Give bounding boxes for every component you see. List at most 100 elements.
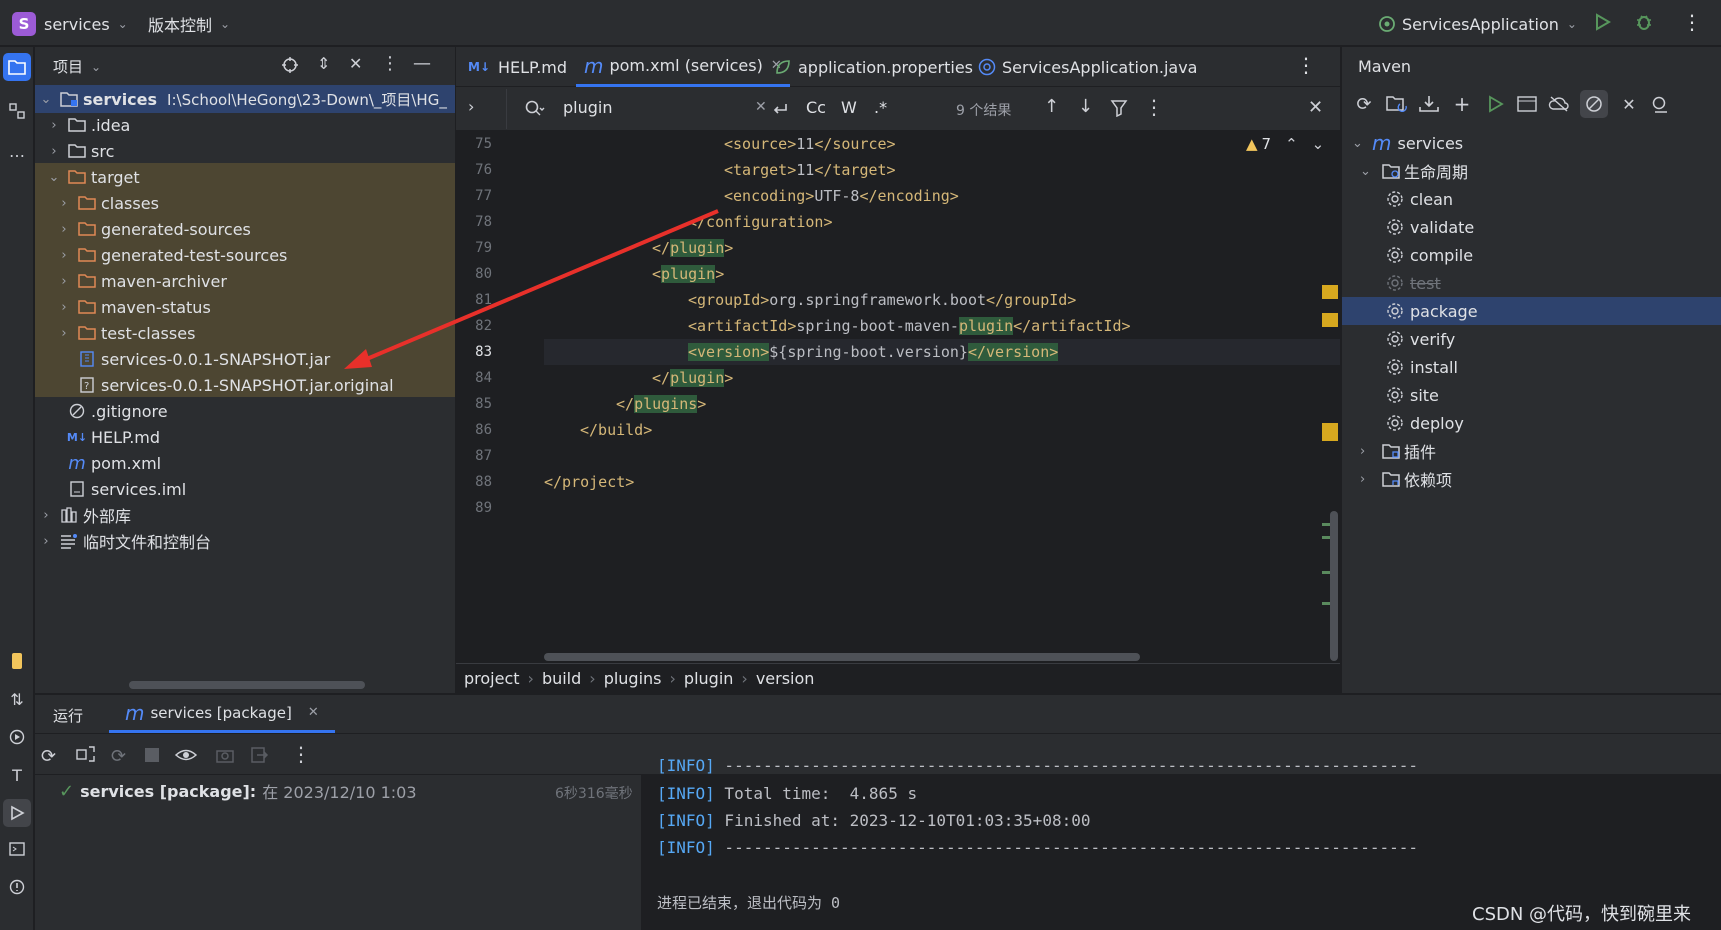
tab-help-md[interactable]: M↓ HELP.md xyxy=(460,47,575,87)
arrow-down-icon[interactable]: ↓ xyxy=(1078,96,1093,117)
error-stripe-mark[interactable] xyxy=(1322,423,1338,441)
maven-dependencies[interactable]: › 依赖项 xyxy=(1342,465,1721,493)
tree-item-jar-original[interactable]: ? services-0.0.1-SNAPSHOT.jar.original xyxy=(35,371,455,399)
maven-goal-validate[interactable]: validate xyxy=(1342,213,1721,241)
build-tool-icon[interactable]: T xyxy=(3,761,31,789)
tree-item-target[interactable]: ⌄ target xyxy=(35,163,455,191)
maven-lifecycle[interactable]: ⌄ 生命周期 xyxy=(1342,157,1721,185)
project-view-selector[interactable]: 项目 ⌄ xyxy=(53,56,101,77)
services-tool-icon[interactable] xyxy=(3,723,31,751)
chevron-right-icon[interactable]: › xyxy=(468,97,474,116)
regex-toggle[interactable]: .* xyxy=(874,98,887,117)
maven-goal-compile[interactable]: compile xyxy=(1342,241,1721,269)
toggle-view-icon[interactable] xyxy=(75,744,97,764)
tree-item-classes[interactable]: › classes xyxy=(35,189,455,217)
debug-icon[interactable] xyxy=(1634,12,1654,32)
multiline-icon[interactable] xyxy=(770,98,790,118)
tree-item-help-md[interactable]: M↓ HELP.md xyxy=(35,423,455,451)
git-tool-icon[interactable]: ⇅ xyxy=(3,685,31,713)
terminal-tool-icon[interactable] xyxy=(3,835,31,863)
project-badge[interactable]: S xyxy=(12,12,36,36)
maven-plugins[interactable]: › 插件 xyxy=(1342,437,1721,465)
tree-item-scratches[interactable]: › 临时文件和控制台 xyxy=(35,527,455,555)
breadcrumb-item[interactable]: project xyxy=(464,669,520,688)
tabs-menu-icon[interactable]: ⋮ xyxy=(1296,53,1316,77)
breadcrumb-item[interactable]: build xyxy=(542,669,581,688)
locate-icon[interactable] xyxy=(281,56,299,74)
project-tool-icon[interactable] xyxy=(3,53,31,81)
arrow-up-icon[interactable]: ↑ xyxy=(1044,96,1059,117)
tree-item-services-iml[interactable]: services.iml xyxy=(35,475,455,503)
tree-item-maven-archiver[interactable]: › maven-archiver xyxy=(35,267,455,295)
tree-item-pom-xml[interactable]: m pom.xml xyxy=(35,449,455,477)
tree-item-idea[interactable]: › .idea xyxy=(35,111,455,139)
clear-icon[interactable]: ✕ xyxy=(755,99,767,115)
analyze-deps-icon[interactable] xyxy=(1650,95,1672,113)
run-tab-services-package[interactable]: m services [package] ✕ xyxy=(109,695,335,733)
problems-tool-icon[interactable] xyxy=(3,873,31,901)
options-icon[interactable]: ⋮ xyxy=(381,53,399,74)
tree-item-maven-status[interactable]: › maven-status xyxy=(35,293,455,321)
filter-icon[interactable] xyxy=(1110,99,1128,117)
chevron-up-icon[interactable]: ⌃ xyxy=(1285,135,1298,153)
inspection-widget[interactable]: ▲ 7 ⌃ ⌄ xyxy=(1246,135,1324,153)
vertical-scrollbar[interactable] xyxy=(1330,511,1338,661)
collapse-all-icon[interactable]: ✕ xyxy=(349,54,362,73)
more-icon[interactable]: ⋮ xyxy=(291,742,311,766)
horizontal-scrollbar[interactable] xyxy=(129,681,365,689)
maven-goal-verify[interactable]: verify xyxy=(1342,325,1721,353)
structure-tool-icon[interactable] xyxy=(3,97,31,125)
vcs-menu[interactable]: 版本控制 ⌄ xyxy=(148,12,230,36)
run-config-selector[interactable]: ServicesApplication ⌄ xyxy=(1378,12,1577,36)
whole-words-toggle[interactable]: W xyxy=(841,98,857,117)
breadcrumb-item[interactable]: version xyxy=(756,669,815,688)
hide-icon[interactable]: — xyxy=(413,53,431,74)
maven-goal-install[interactable]: install xyxy=(1342,353,1721,381)
more-icon[interactable]: ⋮ xyxy=(1682,10,1702,34)
maven-goal-site[interactable]: site xyxy=(1342,381,1721,409)
add-icon[interactable]: + xyxy=(1450,92,1474,116)
tab-pom-xml[interactable]: m pom.xml (services) ✕ xyxy=(576,47,790,87)
generate-sources-icon[interactable] xyxy=(1386,95,1408,113)
collapse-all-icon[interactable]: ✕ xyxy=(1618,95,1640,114)
project-switcher[interactable]: services ⌄ xyxy=(44,12,128,36)
more-tools-icon[interactable]: … xyxy=(3,137,31,165)
tree-item-src[interactable]: › src xyxy=(35,137,455,165)
maven-goal-deploy[interactable]: deploy xyxy=(1342,409,1721,437)
execute-goal-icon[interactable] xyxy=(1516,95,1538,113)
tree-item-jar[interactable]: services-0.0.1-SNAPSHOT.jar xyxy=(35,345,455,373)
tree-item-generated-sources[interactable]: › generated-sources xyxy=(35,215,455,243)
run-tool-icon[interactable] xyxy=(3,799,31,827)
run-task-row[interactable]: ✓ services [package]: 在 2023/12/10 1:03 xyxy=(59,777,417,805)
skip-tests-toggle[interactable] xyxy=(1580,90,1608,118)
breadcrumb-item[interactable]: plugins xyxy=(604,669,662,688)
maven-goal-test[interactable]: test xyxy=(1342,269,1721,297)
offline-mode-icon[interactable] xyxy=(1548,95,1570,113)
tree-item-external-libs[interactable]: › 外部库 xyxy=(35,501,455,529)
tab-services-application-java[interactable]: ServicesApplication.java xyxy=(970,47,1205,87)
more-icon[interactable]: ⋮ xyxy=(1144,95,1164,119)
maven-goal-clean[interactable]: clean xyxy=(1342,185,1721,213)
reload-icon[interactable]: ⟳ xyxy=(1352,94,1376,115)
tree-item-gitignore[interactable]: .gitignore xyxy=(35,397,455,425)
close-find-icon[interactable]: ✕ xyxy=(1308,97,1323,118)
error-stripe-mark[interactable] xyxy=(1322,313,1338,327)
code-editor[interactable]: <source>11</source> <target>11</target> … xyxy=(544,131,1340,663)
breadcrumb-item[interactable]: plugin xyxy=(684,669,733,688)
expand-all-icon[interactable]: ⇕ xyxy=(317,54,330,73)
horizontal-scrollbar[interactable] xyxy=(544,653,1140,661)
close-icon[interactable]: ✕ xyxy=(308,705,319,720)
maven-project-services[interactable]: ⌄ m services xyxy=(1342,129,1721,157)
chevron-down-icon[interactable]: ⌄ xyxy=(1312,135,1325,153)
run-maven-icon[interactable] xyxy=(1484,95,1506,113)
tree-item-services[interactable]: ⌄ services I:\School\HeGong\23-Down\_项目\… xyxy=(35,85,455,113)
rerun-icon[interactable]: ⟳ xyxy=(41,746,56,767)
eye-icon[interactable] xyxy=(175,746,197,764)
tree-item-test-classes[interactable]: › test-classes xyxy=(35,319,455,347)
error-stripe-mark[interactable] xyxy=(1322,285,1338,299)
run-icon[interactable] xyxy=(1592,12,1612,32)
download-icon[interactable] xyxy=(1418,95,1440,113)
notifications-icon[interactable] xyxy=(3,647,31,675)
tree-item-generated-test-sources[interactable]: › generated-test-sources xyxy=(35,241,455,269)
tab-application-properties[interactable]: application.properties xyxy=(766,47,981,87)
